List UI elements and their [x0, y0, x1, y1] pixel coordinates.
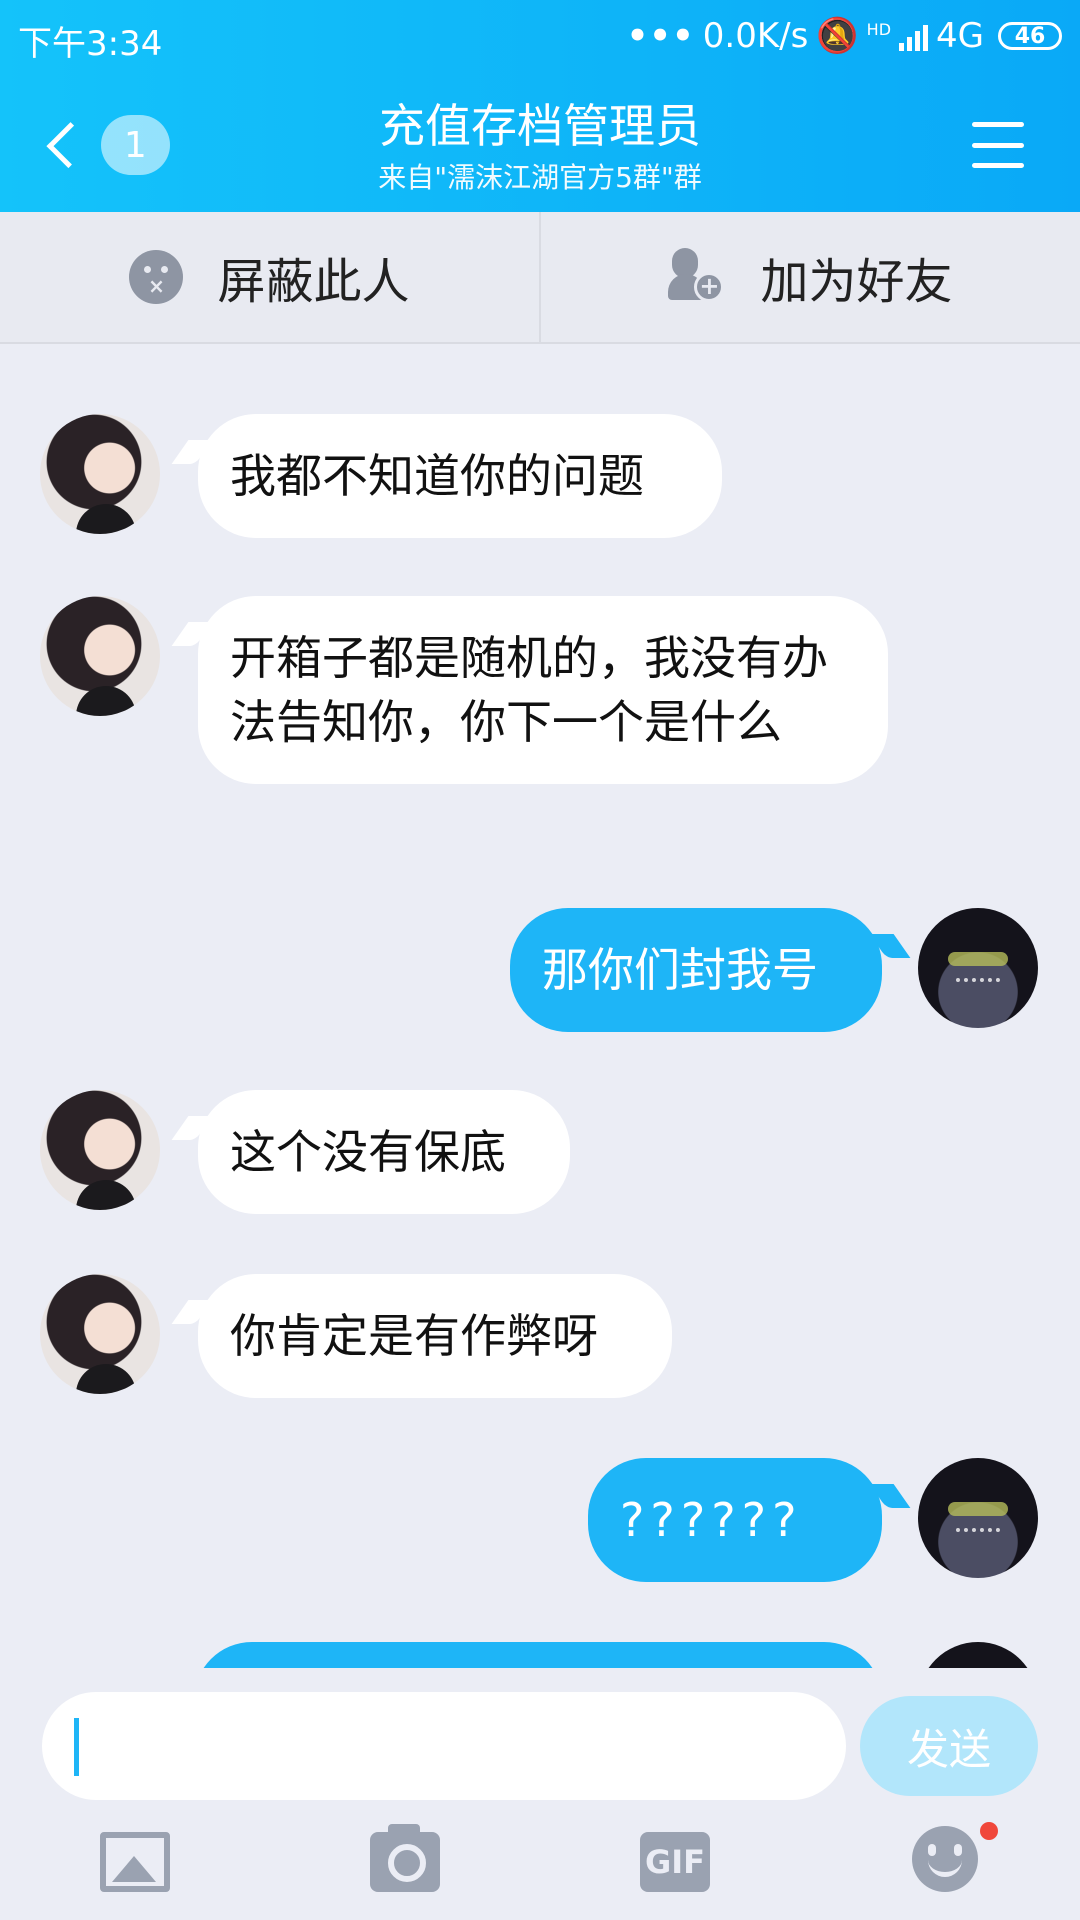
add-friend-button[interactable]: + 加为好友 — [539, 212, 1080, 342]
girl-avatar[interactable] — [40, 1274, 160, 1394]
totoro-avatar[interactable] — [918, 908, 1038, 1028]
text-caret — [74, 1718, 79, 1776]
camera-icon[interactable] — [370, 1824, 440, 1892]
chevron-left-icon — [46, 122, 93, 168]
girl-avatar[interactable] — [40, 596, 160, 716]
input-toolbar: GIF — [0, 1818, 1080, 1908]
message-bubble-outgoing[interactable]: ?????? — [588, 1458, 882, 1582]
message-bubble-incoming[interactable]: 我都不知道你的问题 — [198, 414, 722, 538]
battery-icon: 46 — [998, 22, 1062, 50]
message-input[interactable] — [42, 1692, 846, 1800]
message-list[interactable]: 我都不知道你的问题 开箱子都是随机的，我没有办法告知你，你下一个是什么 那你们封… — [0, 346, 1080, 1668]
signal-icon — [899, 21, 929, 51]
message-bubble-incoming[interactable]: 你肯定是有作弊呀 — [198, 1274, 672, 1398]
add-friend-icon: + — [668, 248, 726, 306]
input-bar: 发送 GIF — [0, 1668, 1080, 1920]
notification-dot — [980, 1822, 998, 1840]
block-user-button[interactable]: × 屏蔽此人 — [0, 212, 539, 342]
menu-icon[interactable] — [972, 122, 1024, 168]
message-bubble-incoming[interactable]: 开箱子都是随机的，我没有办法告知你，你下一个是什么 — [198, 596, 888, 784]
chat-header: 下午3:34 ••• 0.0K/s 🔕 HD 4G 46 1 充值存档管理员 来… — [0, 0, 1080, 212]
hd-label: HD — [866, 19, 892, 39]
network-speed: 0.0K/s — [702, 16, 809, 56]
title-block: 充值存档管理员 来自"濡沫江湖官方5群"群 — [240, 98, 840, 196]
back-button[interactable]: 1 — [40, 112, 170, 178]
message-bubble-outgoing[interactable]: 那你们封我号 — [510, 908, 882, 1032]
gif-icon[interactable]: GIF — [640, 1832, 710, 1892]
page-title: 充值存档管理员 — [379, 99, 701, 153]
status-dots: ••• — [626, 16, 695, 56]
network-type: 4G — [936, 16, 984, 56]
emoji-icon[interactable] — [912, 1826, 978, 1892]
totoro-avatar[interactable] — [918, 1458, 1038, 1578]
totoro-avatar[interactable] — [918, 1642, 1038, 1668]
page-subtitle: 来自"濡沫江湖官方5群"群 — [378, 161, 702, 194]
status-indicators: ••• 0.0K/s 🔕 HD 4G 46 — [627, 16, 1062, 56]
message-bubble-outgoing-partial[interactable] — [194, 1642, 882, 1668]
block-icon: × — [129, 250, 184, 304]
add-friend-label: 加为好友 — [760, 254, 953, 310]
unread-badge: 1 — [100, 115, 170, 175]
block-user-label: 屏蔽此人 — [217, 254, 410, 310]
girl-avatar[interactable] — [40, 1090, 160, 1210]
send-button[interactable]: 发送 — [860, 1696, 1038, 1796]
status-bar: 下午3:34 ••• 0.0K/s 🔕 HD 4G 46 — [0, 0, 1080, 72]
action-bar: × 屏蔽此人 + 加为好友 — [0, 212, 1080, 344]
image-icon[interactable] — [100, 1832, 170, 1892]
status-time: 下午3:34 — [18, 24, 163, 64]
girl-avatar[interactable] — [40, 414, 160, 534]
mute-icon: 🔕 — [816, 16, 859, 56]
message-bubble-incoming[interactable]: 这个没有保底 — [198, 1090, 570, 1214]
